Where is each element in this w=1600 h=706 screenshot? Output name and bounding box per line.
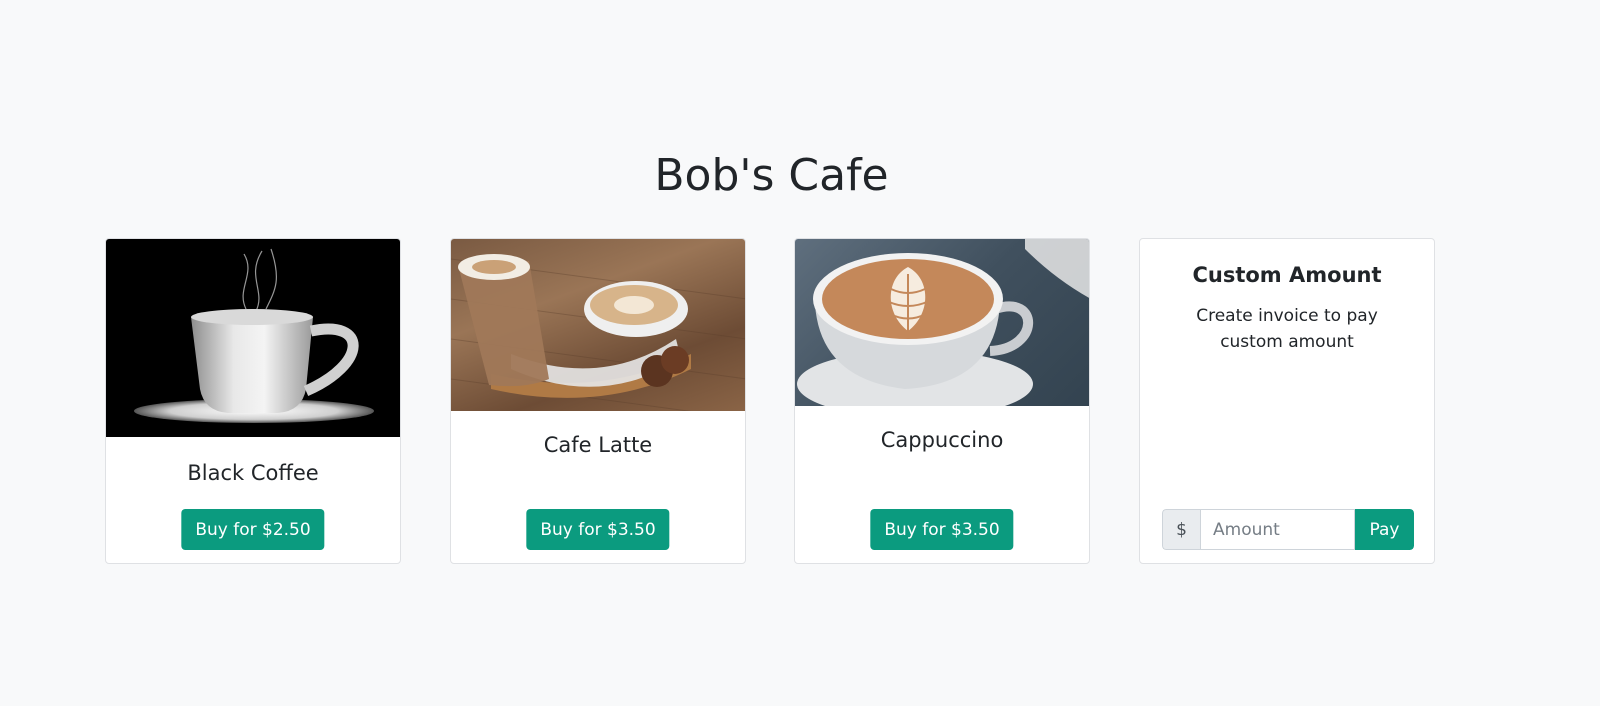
product-name: Cappuccino [880, 428, 1004, 452]
black-coffee-image [106, 239, 400, 437]
buy-black-coffee-button[interactable]: Buy for $2.50 [181, 509, 325, 550]
custom-amount-card: Custom Amount Create invoice to pay cust… [1139, 238, 1435, 564]
amount-input-group: $ Pay [1162, 509, 1414, 550]
product-name: Black Coffee [187, 461, 319, 485]
custom-amount-title: Custom Amount [1192, 263, 1382, 287]
buy-cappuccino-button[interactable]: Buy for $3.50 [870, 509, 1014, 550]
pay-button[interactable]: Pay [1355, 509, 1414, 550]
product-name: Cafe Latte [543, 433, 653, 457]
cafe-latte-image [451, 239, 745, 411]
custom-amount-description: Create invoice to pay custom amount [1196, 306, 1378, 352]
page-title: Bob's Cafe [654, 150, 889, 201]
buy-cafe-latte-button[interactable]: Buy for $3.50 [526, 509, 670, 550]
cappuccino-image [795, 239, 1089, 406]
product-card-cappuccino: Cappuccino Buy for $3.50 [794, 238, 1090, 564]
currency-symbol: $ [1162, 509, 1200, 550]
product-card-cafe-latte: Cafe Latte Buy for $3.50 [450, 238, 746, 564]
product-card-black-coffee: Black Coffee Buy for $2.50 [105, 238, 401, 564]
amount-input[interactable] [1200, 509, 1355, 550]
